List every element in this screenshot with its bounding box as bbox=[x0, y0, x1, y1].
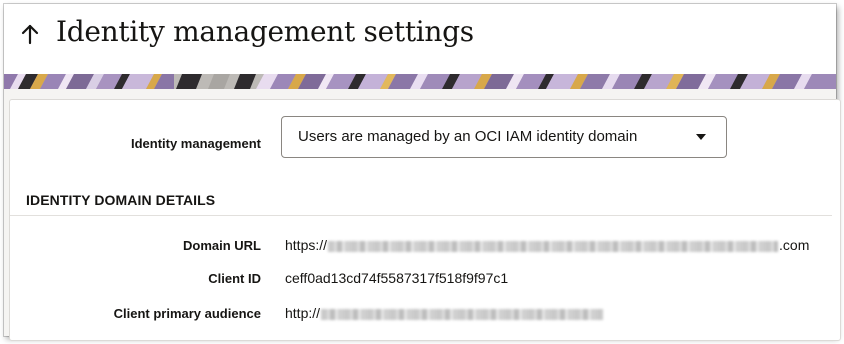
page-header: Identity management settings bbox=[4, 4, 836, 74]
client-id-label: Client ID bbox=[208, 271, 261, 286]
section-title: IDENTITY DOMAIN DETAILS bbox=[26, 192, 216, 208]
identity-management-select[interactable]: Users are managed by an OCI IAM identity… bbox=[281, 116, 727, 158]
client-id-value: ceff0ad13cd74f5587317f518f9f97c1 bbox=[285, 270, 509, 286]
page-title: Identity management settings bbox=[56, 15, 474, 48]
redacted-domain bbox=[328, 240, 779, 252]
arrow-up-icon[interactable] bbox=[18, 20, 42, 48]
domain-url-prefix: https:// bbox=[285, 237, 328, 253]
chevron-down-icon bbox=[696, 134, 706, 140]
domain-url-value: https:// .com bbox=[285, 237, 809, 253]
domain-url-suffix: .com bbox=[779, 237, 810, 253]
redacted-audience bbox=[321, 308, 604, 320]
decorative-banner bbox=[4, 74, 836, 89]
client-audience-prefix: http:// bbox=[285, 305, 321, 321]
identity-management-selected-value: Users are managed by an OCI IAM identity… bbox=[298, 128, 638, 145]
identity-management-label: Identity management bbox=[130, 136, 261, 151]
section-divider bbox=[10, 215, 832, 216]
client-audience-value: http:// bbox=[285, 305, 604, 321]
client-audience-label: Client primary audience bbox=[113, 306, 261, 321]
domain-url-label: Domain URL bbox=[183, 238, 261, 253]
